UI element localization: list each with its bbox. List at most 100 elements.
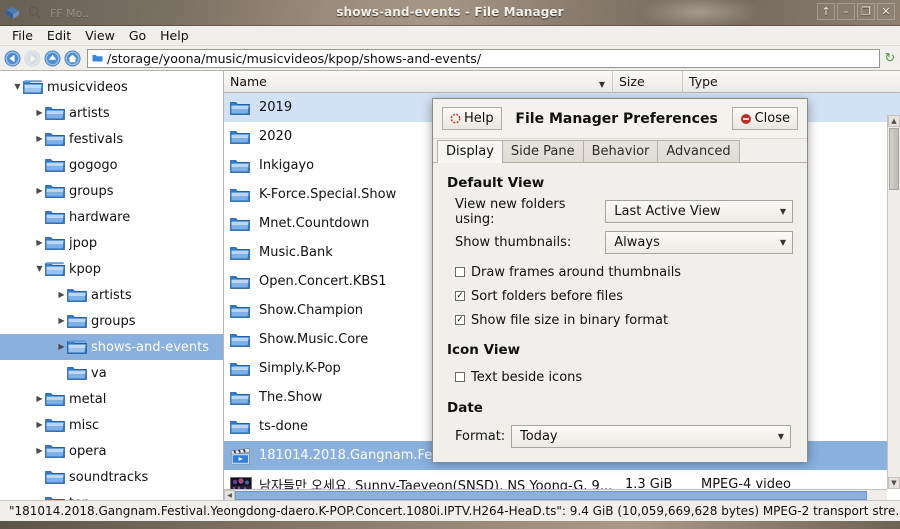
date-format-select[interactable]: Today ▼ [511,425,791,448]
sidebar-item-va[interactable]: va [0,360,223,386]
close-button-dialog[interactable]: Close [731,107,798,130]
sort-folders-checkbox-row[interactable]: ✓ Sort folders before files [447,284,793,308]
twisty-collapsed-icon[interactable]: ▶ [34,421,45,429]
binary-size-checkbox[interactable]: ✓ [455,315,465,325]
sidebar-item-label: jpop [69,235,98,251]
vertical-scrollbar[interactable]: ▲ ▼ [887,115,900,489]
path-entry[interactable]: /storage/yoona/music/musicvideos/kpop/sh… [87,48,880,68]
column-name[interactable]: Name ▼ [224,71,612,93]
view-new-folders-label: View new folders using: [455,196,566,227]
tab-behavior[interactable]: Behavior [582,140,659,162]
help-button[interactable]: Help [442,107,502,130]
reload-icon[interactable]: ↻ [883,51,897,66]
text-beside-icons-checkbox[interactable] [455,372,465,382]
shade-button[interactable]: ↑ [817,3,835,20]
sidebar-item-jpop[interactable]: ▶ jpop [0,230,223,256]
minimize-button[interactable]: – [837,3,855,20]
twisty-collapsed-icon[interactable]: ▶ [34,447,45,455]
twisty-collapsed-icon[interactable]: ▶ [34,239,45,247]
menu-go[interactable]: Go [122,27,153,44]
sidebar-item-opera[interactable]: ▶ opera [0,438,223,464]
menu-help[interactable]: Help [153,27,196,44]
text-beside-icons-label: Text beside icons [471,369,583,385]
binary-size-checkbox-row[interactable]: ✓ Show file size in binary format [447,308,793,332]
close-circle-icon [740,113,752,125]
twisty-collapsed-icon[interactable]: ▶ [56,317,67,325]
sidebar-item-shows-and-events[interactable]: ▶ shows-and-events [0,334,223,360]
tab-display[interactable]: Display [437,140,503,163]
scroll-down-button[interactable]: ▼ [888,477,900,489]
twisty-collapsed-icon[interactable]: ▶ [34,499,45,501]
tab-advanced[interactable]: Advanced [657,140,740,162]
forward-button[interactable] [23,49,42,68]
horizontal-scroll-thumb[interactable] [235,490,867,500]
sidebar-item-label: groups [91,313,136,329]
sidebar-item-gogogo[interactable]: gogogo [0,152,223,178]
sidebar-item-groups[interactable]: ▶ groups [0,178,223,204]
twisty-collapsed-icon[interactable]: ▶ [34,187,45,195]
show-thumbnails-value: Always [614,235,660,250]
close-button-label: Close [754,111,790,126]
sidebar-item-metal[interactable]: ▶ metal [0,386,223,412]
sidebar-item-artists[interactable]: ▶ artists [0,100,223,126]
binary-size-label: Show file size in binary format [471,312,669,328]
sort-folders-checkbox[interactable]: ✓ [455,291,465,301]
sidebar-item-label: misc [69,417,100,433]
vertical-scroll-thumb[interactable] [889,128,899,190]
sidebar-item-top[interactable]: ▶ top [0,490,223,500]
sidebar-item-musicvideos[interactable]: ▼ musicvideos [0,74,223,100]
horizontal-scrollbar[interactable]: ◀ [224,489,887,500]
sidebar-tree[interactable]: ▼ musicvideos ▶ artists ▶ festivals gogogo ▶ gro… [0,71,224,500]
close-button[interactable]: ✕ [877,3,895,20]
sidebar-item-label: va [91,365,107,381]
show-thumbnails-select[interactable]: Always ▼ [605,231,793,254]
draw-frames-checkbox-row[interactable]: Draw frames around thumbnails [447,260,793,284]
sidebar-item-festivals[interactable]: ▶ festivals [0,126,223,152]
sidebar-item-groups[interactable]: ▶ groups [0,308,223,334]
sidebar-item-kpop[interactable]: ▼ kpop [0,256,223,282]
twisty-expanded-icon[interactable]: ▼ [34,265,45,273]
sidebar-item-label: opera [69,443,107,459]
sidebar-item-label: groups [69,183,114,199]
folder-icon [45,443,65,459]
window-controls: ↑ – ❐ ✕ [817,3,895,20]
twisty-collapsed-icon[interactable]: ▶ [34,135,45,143]
tab-side-pane[interactable]: Side Pane [501,140,584,162]
folder-small-icon [92,53,103,63]
folder-icon [230,274,252,290]
twisty-collapsed-icon[interactable]: ▶ [34,395,45,403]
folder-icon [230,158,252,174]
draw-frames-checkbox[interactable] [455,267,465,277]
column-size[interactable]: Size [612,70,682,93]
icon-view-heading: Icon View [447,342,521,358]
draw-frames-label: Draw frames around thumbnails [471,264,682,280]
up-button[interactable] [43,49,62,68]
back-button[interactable] [3,49,22,68]
sidebar-item-label: festivals [69,131,124,147]
menu-view[interactable]: View [78,27,122,44]
column-type-label: Type [689,74,718,89]
menu-file[interactable]: File [5,27,40,44]
sidebar-item-hardware[interactable]: hardware [0,204,223,230]
home-button[interactable] [63,49,82,68]
text-beside-icons-checkbox-row[interactable]: Text beside icons [447,365,793,389]
sidebar-item-label: metal [69,391,107,407]
twisty-expanded-icon[interactable]: ▼ [12,83,23,91]
column-type[interactable]: Type [682,70,900,93]
sidebar-item-misc[interactable]: ▶ misc [0,412,223,438]
folder-icon [45,183,65,199]
twisty-collapsed-icon[interactable]: ▶ [56,343,67,351]
help-button-label: Help [464,111,494,126]
folder-icon [230,332,252,348]
sidebar-item-soundtracks[interactable]: soundtracks [0,464,223,490]
date-format-value: Today [520,429,558,444]
twisty-collapsed-icon[interactable]: ▶ [34,109,45,117]
sidebar-item-artists[interactable]: ▶ artists [0,282,223,308]
scroll-left-button[interactable]: ◀ [224,489,235,500]
window-titlebar[interactable]: FF Mo.. shows-and-events - File Manager … [0,0,900,26]
maximize-button[interactable]: ❐ [857,3,875,20]
twisty-collapsed-icon[interactable]: ▶ [56,291,67,299]
scroll-up-button[interactable]: ▲ [888,115,900,127]
view-new-folders-select[interactable]: Last Active View ▼ [605,200,793,223]
menu-edit[interactable]: Edit [40,27,78,44]
